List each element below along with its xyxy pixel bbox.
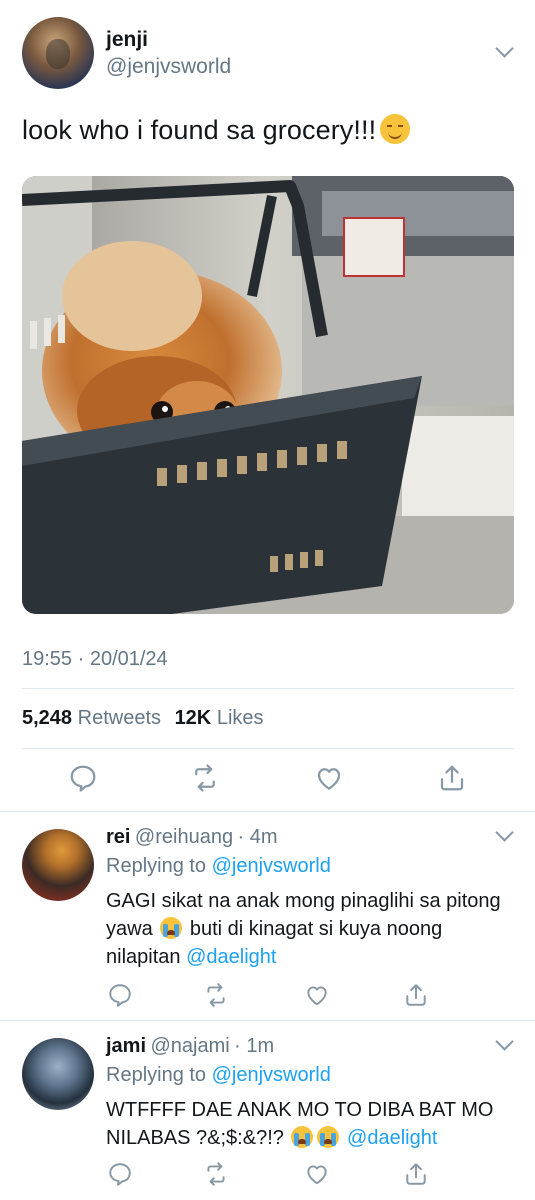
reply-author-name[interactable]: rei <box>106 826 130 848</box>
retweets-label[interactable]: Retweets <box>78 707 161 729</box>
reply-author-handle[interactable]: @najami <box>150 1035 229 1057</box>
reply-author-name[interactable]: jami <box>106 1035 146 1057</box>
share-icon <box>406 984 426 1006</box>
reply-icon <box>70 765 96 792</box>
replying-to-handle-link[interactable]: @jenjvsworld <box>212 1064 331 1086</box>
reply-icon <box>109 1163 131 1186</box>
share-icon <box>406 1163 426 1185</box>
reply-time: · 1m <box>234 1035 275 1057</box>
tweet-stats: 5,248 Retweets 12K Likes <box>22 707 264 730</box>
divider <box>22 688 514 689</box>
replying-to-label: Replying to <box>106 855 207 877</box>
reply-button[interactable] <box>63 758 103 798</box>
retweet-button[interactable] <box>185 758 225 798</box>
reply-button[interactable] <box>100 1154 140 1194</box>
like-button[interactable] <box>297 1154 337 1194</box>
divider <box>22 748 514 749</box>
like-icon <box>317 768 341 790</box>
share-button[interactable] <box>396 1154 436 1194</box>
mention-link[interactable]: @daelight <box>347 1127 437 1149</box>
share-button[interactable] <box>432 758 472 798</box>
replying-to-label: Replying to <box>106 1064 207 1086</box>
reply-header: jami @najami · 1m <box>106 1035 274 1058</box>
tweet-photo[interactable] <box>22 176 514 614</box>
retweet-icon <box>207 1162 225 1186</box>
retweet-button[interactable] <box>196 1154 236 1194</box>
reply-time: · 4m <box>237 826 278 848</box>
crying-face-emoji-icon <box>160 917 183 939</box>
like-button[interactable] <box>309 758 349 798</box>
reply-avatar[interactable] <box>22 1038 94 1110</box>
retweet-icon <box>207 983 225 1007</box>
share-button[interactable] <box>396 975 436 1015</box>
replying-to: Replying to @jenjvsworld <box>106 855 331 878</box>
tweet-text: look who i found sa grocery!!! <box>22 114 411 146</box>
retweet-button[interactable] <box>196 975 236 1015</box>
author-name[interactable]: jenji <box>106 28 148 52</box>
reply-avatar[interactable] <box>22 829 94 901</box>
reply-button[interactable] <box>100 975 140 1015</box>
main-tweet: jenji @jenjvsworld look who i found sa g… <box>0 0 535 812</box>
author-handle[interactable]: @jenjvsworld <box>106 55 231 79</box>
reply-text: GAGI sikat na anak mong pinaglihi sa pit… <box>106 887 506 971</box>
chevron-down-icon[interactable] <box>495 39 514 58</box>
like-icon <box>307 986 327 1006</box>
reply-text: WTFFFF DAE ANAK MO TO DIBA BAT MO NILABA… <box>106 1096 506 1152</box>
reply-header: rei @reihuang · 4m <box>106 826 278 849</box>
retweet-icon <box>195 764 215 792</box>
crying-face-emoji-icon <box>317 1126 340 1148</box>
reply-icon <box>109 984 131 1007</box>
chevron-down-icon[interactable] <box>495 1032 514 1051</box>
replying-to: Replying to @jenjvsworld <box>106 1064 331 1087</box>
likes-label[interactable]: Likes <box>217 707 264 729</box>
likes-count[interactable]: 12K <box>175 707 212 729</box>
like-icon <box>307 1165 327 1185</box>
section-separator <box>0 1020 535 1021</box>
section-separator <box>0 811 535 812</box>
crying-face-emoji-icon <box>291 1126 314 1148</box>
smiling-face-emoji-icon <box>380 114 411 144</box>
replying-to-handle-link[interactable]: @jenjvsworld <box>212 855 331 877</box>
tweet-text-body: look who i found sa grocery!!! <box>22 115 377 145</box>
retweets-count[interactable]: 5,248 <box>22 707 72 729</box>
chevron-down-icon[interactable] <box>495 823 514 842</box>
reply-author-handle[interactable]: @reihuang <box>135 826 233 848</box>
tweet-timestamp[interactable]: 19:55 · 20/01/24 <box>22 648 168 671</box>
share-icon <box>440 765 464 791</box>
like-button[interactable] <box>297 975 337 1015</box>
author-avatar[interactable] <box>22 17 94 89</box>
mention-link[interactable]: @daelight <box>186 946 276 968</box>
